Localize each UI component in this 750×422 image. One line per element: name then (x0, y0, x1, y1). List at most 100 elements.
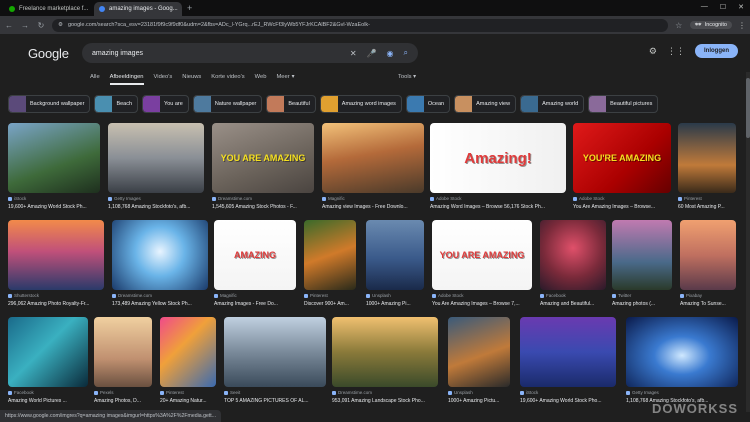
result-source[interactable]: iStock (520, 390, 616, 395)
result-thumbnail[interactable] (108, 123, 204, 193)
image-result[interactable]: Dreamstime.com 953,091 Amazing Landscape … (332, 317, 438, 409)
result-source[interactable]: Seeit (224, 390, 326, 395)
image-result[interactable]: Pinterest 60 Most Amazing P... (678, 123, 736, 215)
result-thumbnail[interactable] (224, 317, 326, 387)
result-thumbnail[interactable]: YOU ARE AMAZING (432, 220, 532, 290)
result-thumbnail[interactable] (366, 220, 424, 290)
result-thumbnail[interactable]: AMAZING (214, 220, 296, 290)
source-label: Pinterest (166, 390, 184, 395)
result-title[interactable]: Amazing Photos, D... (94, 398, 152, 404)
image-result[interactable]: YOU'RE AMAZING Adobe Stock You Are Amazing… (573, 123, 671, 215)
result-title[interactable]: Amazing Word Images – Browse 56,176 Stoc… (430, 204, 566, 210)
source-label: Getty Images (632, 390, 659, 395)
result-source[interactable]: Adobe Stock (573, 196, 671, 201)
result-source[interactable]: Unsplash (448, 390, 510, 395)
result-source[interactable]: Pexels (94, 390, 152, 395)
result-source[interactable]: Dreamstime.com (112, 293, 208, 298)
image-result[interactable]: iStock 19,600+ Amazing World Stock Pho... (520, 317, 616, 409)
result-source[interactable]: Twitter (612, 293, 672, 298)
scrollbar-thumb[interactable] (746, 78, 750, 138)
result-title[interactable]: Discover 900+ Am... (304, 301, 356, 307)
result-thumbnail[interactable]: YOU ARE AMAZING (212, 123, 314, 193)
image-result[interactable]: Unsplash 1000+ Amazing Pi... (366, 220, 424, 312)
result-thumbnail[interactable] (332, 317, 438, 387)
result-title[interactable]: Amazing view Images - Free Downlo... (322, 204, 424, 210)
scrollbar[interactable] (746, 72, 750, 412)
result-thumbnail[interactable]: YOU'RE AMAZING (573, 123, 671, 193)
result-title[interactable]: Amazing Images - Free Do... (214, 301, 296, 307)
result-source[interactable]: Pinterest (160, 390, 216, 395)
result-title[interactable]: TOP 5 AMAZING PICTURES OF AL... (224, 398, 326, 404)
result-title[interactable]: 60 Most Amazing P... (678, 204, 736, 210)
result-title[interactable]: 19,600+ Amazing World Stock Pho... (520, 398, 616, 404)
result-source[interactable]: Dreamstime.com (332, 390, 438, 395)
result-source[interactable]: Getty Images (108, 196, 204, 201)
result-thumbnail[interactable] (112, 220, 208, 290)
result-title[interactable]: 1000+ Amazing Pictu... (448, 398, 510, 404)
image-result[interactable]: Amazing! Adobe Stock Amazing Word Images –… (430, 123, 566, 215)
image-result[interactable]: Dreamstime.com 173,489 Amazing Yellow Sto… (112, 220, 208, 312)
result-source[interactable]: Facebook (540, 293, 606, 298)
image-result[interactable]: YOU ARE AMAZING Dreamstime.com 1,545,605 A… (212, 123, 314, 215)
result-title[interactable]: Amazing To Sunse... (680, 301, 736, 307)
result-title[interactable]: You Are Amazing Images – Browse... (573, 204, 671, 210)
result-thumbnail[interactable]: Amazing! (430, 123, 566, 193)
result-thumbnail[interactable] (612, 220, 672, 290)
result-source[interactable]: Adobe Stock (432, 293, 532, 298)
result-source[interactable]: Shutterstock (8, 293, 104, 298)
result-source[interactable]: Pixabay (680, 293, 736, 298)
result-source[interactable]: iStock (8, 196, 100, 201)
image-result[interactable]: Seeit TOP 5 AMAZING PICTURES OF AL... (224, 317, 326, 409)
result-title[interactable]: 19,600+ Amazing World Stock Ph... (8, 204, 100, 210)
result-source[interactable]: Magnific (322, 196, 424, 201)
result-title[interactable]: Amazing and Beautiful... (540, 301, 606, 307)
image-result[interactable]: iStock 19,600+ Amazing World Stock Ph... (8, 123, 100, 215)
image-result[interactable]: Getty Images 1,108,768 Amazing Stockfoto'… (108, 123, 204, 215)
result-thumbnail[interactable] (540, 220, 606, 290)
image-result[interactable]: Pixabay Amazing To Sunse... (680, 220, 736, 312)
image-result[interactable]: Facebook Amazing and Beautiful... (540, 220, 606, 312)
result-title[interactable]: 953,091 Amazing Landscape Stock Pho... (332, 398, 438, 404)
result-title[interactable]: 173,489 Amazing Yellow Stock Ph... (112, 301, 208, 307)
result-source[interactable]: Dreamstime.com (212, 196, 314, 201)
result-title[interactable]: Amazing World Pictures ... (8, 398, 88, 404)
result-thumbnail[interactable] (680, 220, 736, 290)
image-result[interactable]: AMAZING Magnific Amazing Images - Free Do.… (214, 220, 296, 312)
result-title[interactable]: 1,108,768 Amazing Stockfoto's, afb... (108, 204, 204, 210)
result-thumbnail[interactable] (304, 220, 356, 290)
result-title[interactable]: 296,062 Amazing Photo Royalty-Fr... (8, 301, 104, 307)
image-result[interactable]: Pexels Amazing Photos, D... (94, 317, 152, 409)
result-source[interactable]: Adobe Stock (430, 196, 566, 201)
image-result[interactable]: Unsplash 1000+ Amazing Pictu... (448, 317, 510, 409)
result-source[interactable]: Unsplash (366, 293, 424, 298)
result-thumbnail[interactable] (94, 317, 152, 387)
result-thumbnail[interactable] (8, 220, 104, 290)
result-thumbnail[interactable] (160, 317, 216, 387)
result-thumbnail[interactable] (322, 123, 424, 193)
image-result[interactable]: Pinterest 20+ Amazing Natur... (160, 317, 216, 409)
result-thumbnail[interactable] (626, 317, 738, 387)
image-result[interactable]: Magnific Amazing view Images - Free Downl… (322, 123, 424, 215)
result-source[interactable]: Pinterest (304, 293, 356, 298)
image-result[interactable]: Getty Images 1,108,768 Amazing Stockfoto'… (626, 317, 738, 409)
result-title[interactable]: You Are Amazing Images – Browse 7,... (432, 301, 532, 307)
image-result[interactable]: Twitter Amazing photos (... (612, 220, 672, 312)
image-result[interactable]: YOU ARE AMAZING Adobe Stock You Are Amazin… (432, 220, 532, 312)
result-title[interactable]: 1,545,605 Amazing Stock Photos - F... (212, 204, 314, 210)
image-result[interactable]: Shutterstock 296,062 Amazing Photo Royalt… (8, 220, 104, 312)
result-thumbnail[interactable] (520, 317, 616, 387)
result-thumbnail[interactable] (8, 317, 88, 387)
result-source[interactable]: Magnific (214, 293, 296, 298)
result-thumbnail[interactable] (678, 123, 736, 193)
result-thumbnail[interactable] (8, 123, 100, 193)
image-result[interactable]: Pinterest Discover 900+ Am... (304, 220, 356, 312)
result-thumbnail[interactable] (448, 317, 510, 387)
result-title[interactable]: 1000+ Amazing Pi... (366, 301, 424, 307)
result-source[interactable]: Getty Images (626, 390, 738, 395)
source-label: Adobe Stock (438, 293, 464, 298)
result-title[interactable]: Amazing photos (... (612, 301, 672, 307)
result-title[interactable]: 20+ Amazing Natur... (160, 398, 216, 404)
result-source[interactable]: Pinterest (678, 196, 736, 201)
result-source[interactable]: Facebook (8, 390, 88, 395)
image-result[interactable]: Facebook Amazing World Pictures ... (8, 317, 88, 409)
